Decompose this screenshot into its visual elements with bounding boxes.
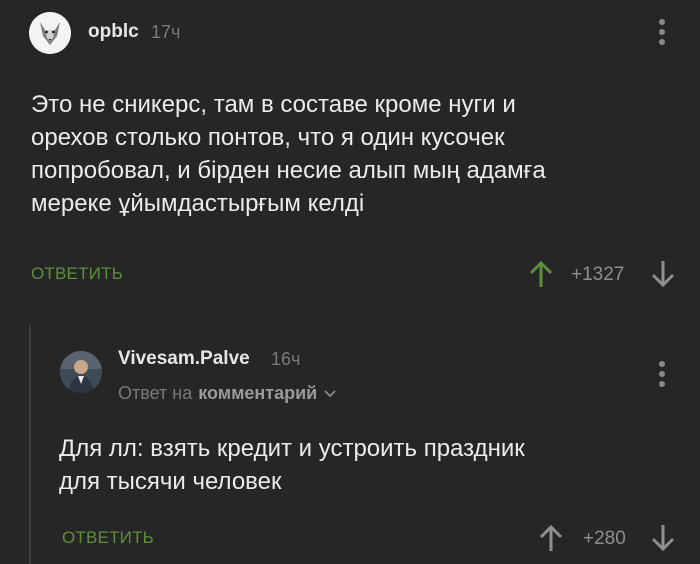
more-vert-icon[interactable] (657, 19, 667, 45)
more-vert-icon[interactable] (657, 361, 667, 387)
comments-page: opblc 17ч Это не сникерс, там в составе … (0, 0, 700, 564)
arrow-up-icon[interactable] (528, 259, 554, 289)
comment-text: Для лл: взять кредит и устроить праздник… (59, 435, 525, 495)
username[interactable]: Vivesam.Palve (118, 348, 250, 370)
rating-value: +1327 (571, 264, 625, 285)
username[interactable]: opblc (88, 21, 139, 43)
rating-value: +280 (583, 528, 626, 549)
reply-to-prefix: Ответ на (118, 383, 193, 403)
arrow-down-icon[interactable] (650, 259, 676, 289)
chevron-down-icon[interactable] (323, 389, 337, 399)
wolf-avatar-icon (29, 12, 71, 54)
arrow-up-icon[interactable] (538, 523, 564, 553)
user-avatar[interactable] (29, 12, 71, 54)
man-avatar-icon (60, 351, 102, 393)
thread-line[interactable] (29, 325, 31, 564)
arrow-down-icon[interactable] (650, 523, 676, 553)
reply-to-link[interactable]: Ответ на комментарий (118, 383, 337, 404)
timestamp: 16ч (271, 349, 301, 369)
reply-button[interactable]: ОТВЕТИТЬ (62, 528, 154, 548)
comment-text: Это не сникерс, там в составе кроме нуги… (31, 91, 546, 217)
reply-to-target[interactable]: комментарий (198, 383, 317, 404)
user-avatar[interactable] (60, 351, 102, 393)
timestamp: 17ч (151, 22, 181, 42)
reply-button[interactable]: ОТВЕТИТЬ (31, 264, 123, 284)
